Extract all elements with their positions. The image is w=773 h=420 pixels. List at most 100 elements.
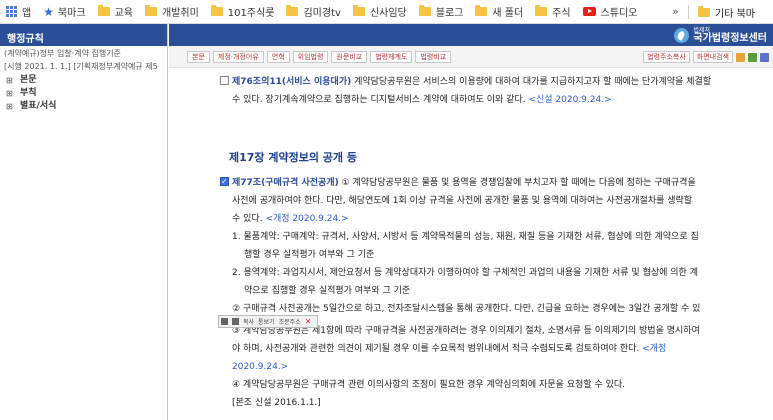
amendment-link[interactable]: <개정 <box>642 344 666 354</box>
tree-item-main[interactable]: ⊞ 본문 <box>6 74 167 87</box>
bookmark-folder[interactable]: 김미경tv <box>286 4 341 19</box>
bookmark-label: 개발취미 <box>161 8 199 19</box>
toolbar: 본문 제정·개정이유 연혁 위임법령 원문비교 법령체계도 법령비교 법령주소복… <box>169 46 773 68</box>
bookmark-label: 블로그 <box>435 8 464 19</box>
article-title[interactable]: 제77조(구매규격 사전공개) <box>232 178 339 188</box>
bookmark-folder[interactable]: 개발취미 <box>144 4 199 19</box>
paragraph-line: 야 하며, 사전공개와 관련한 의견이 제기될 경우 이를 수요목적 범위내에서… <box>220 340 760 358</box>
article-checkbox[interactable] <box>220 76 229 85</box>
bookmark-favorites[interactable]: ★ 북마크 <box>43 4 85 20</box>
article-77: 제77조(구매규격 사전공개) ① 계약담당공무원은 물품 및 용역을 경쟁입찰… <box>220 173 760 412</box>
article-line: 제77조(구매규격 사전공개) ① 계약담당공무원은 물품 및 용역을 경쟁입찰… <box>220 173 760 192</box>
bookmark-label: 앱 <box>22 8 32 19</box>
article-line: 수 있다. 장기계속계약으로 집행하는 디지털서비스 계약에 대하여도 이와 같… <box>220 91 760 109</box>
view-tabs: 본문 제정·개정이유 연혁 위임법령 원문비교 법령체계도 법령비교 <box>187 51 454 63</box>
print-icon[interactable] <box>748 52 757 62</box>
tree-label: 부칙 <box>20 88 37 98</box>
bookmark-folder[interactable]: 신사임당 <box>352 4 407 19</box>
bookmarks-overflow-button[interactable]: » <box>672 5 679 18</box>
expand-icon[interactable]: ⊞ <box>6 87 20 100</box>
tree-label: 별표/서식 <box>20 101 57 111</box>
item-text: 1. 물품계약: 구매계약: 규격서, 사양서, 시방서 등 계약목적물의 성능… <box>232 232 699 242</box>
article-text: 계약담당공무원은 서비스의 이용량에 대하여 대가를 지급하지고자 할 때에는 … <box>351 77 712 87</box>
sidebar-tree: ⊞ 본문 ⊞ 부칙 ⊞ 별표/서식 <box>0 72 167 113</box>
rule-name: (계약예규)정부 입찰·계약 집행기준 <box>4 49 121 58</box>
popup-article-address-button[interactable]: 조문주소 <box>279 317 301 326</box>
folder-icon <box>475 5 488 16</box>
bookmark-apps[interactable]: 앱 <box>6 4 31 19</box>
in-page-search-button[interactable]: 화면내검색 <box>692 51 733 63</box>
close-icon[interactable]: ✕ <box>305 317 312 326</box>
bookmarks-bar: 앱 ★ 북마크 교육 개발취미 101주식룻 김미경tv 신사임당 블로그 새 … <box>0 0 773 24</box>
article-line: 수 있다. <개정 2020.9.24.> <box>220 210 760 228</box>
amendment-link[interactable]: 2020.9.24.> <box>232 362 288 372</box>
item-text: 행할 경우 실적평가 여부와 그 기준 <box>244 250 375 260</box>
folder-icon <box>352 5 365 16</box>
tab-original-compare[interactable]: 원문비교 <box>331 51 368 63</box>
folder-icon <box>286 5 299 16</box>
site-logo[interactable]: 법제처 국가법령정보센터 <box>674 27 767 44</box>
item-text: 약으로 집행할 경우 실적평가 여부와 그 기준 <box>244 286 411 296</box>
bookmark-folder[interactable]: 101주식룻 <box>210 4 275 19</box>
context-popup: 복사 통보기 조문주소 ✕ <box>218 315 319 328</box>
tab-law-compare[interactable]: 법령비교 <box>415 51 452 63</box>
bookmark-folder[interactable]: 주식 <box>535 4 571 19</box>
logo-text: 법제처 국가법령정보센터 <box>693 27 767 44</box>
chapter-title: 제17장 계약정보의 공개 등 <box>229 151 357 164</box>
bookmark-label: 101주식룻 <box>227 8 275 19</box>
youtube-icon <box>582 7 596 16</box>
bookmark-folder[interactable]: 교육 <box>97 4 133 19</box>
header: 법제처 국가법령정보센터 <box>169 24 773 46</box>
copy-address-button[interactable]: 법령주소복사 <box>643 51 690 63</box>
amendment-link[interactable]: <개정 2020.9.24.> <box>265 214 348 224</box>
rule-enforcement: [시행 2021. 1. 1.] [기획재정부계약예규 제5 <box>4 62 158 71</box>
copy-icon[interactable] <box>232 318 239 325</box>
article-line: 제76조의11(서비스 이용대가) 계약담당공무원은 서비스의 이용량에 대하여… <box>220 73 760 91</box>
star-icon: ★ <box>43 4 54 19</box>
bookmark-label: 새 폴더 <box>492 8 524 19</box>
paragraph-text: 야 하며, 사전공개와 관련한 의견이 제기될 경우 이를 수요목적 범위내에서… <box>232 344 640 354</box>
print-icon[interactable] <box>221 318 228 325</box>
apps-grid-icon <box>6 6 17 17</box>
popup-copy-button[interactable]: 복사 <box>243 317 254 326</box>
bookmark-other[interactable]: 기타 북마 <box>698 0 755 23</box>
logo-big-text: 국가법령정보센터 <box>693 33 767 44</box>
folder-icon <box>535 5 548 16</box>
expand-icon[interactable]: ⊞ <box>6 74 20 87</box>
bookmark-label: 스튜디오 <box>600 8 638 19</box>
tab-revision-reason[interactable]: 제정·개정이유 <box>212 51 264 63</box>
folder-icon <box>97 5 110 16</box>
folder-icon <box>210 5 223 16</box>
bookmark-folder[interactable]: 블로그 <box>418 4 464 19</box>
tab-law-structure[interactable]: 법령체계도 <box>370 51 413 63</box>
tab-history[interactable]: 연혁 <box>266 51 290 63</box>
amendment-link[interactable]: <신설 2020.9.24.> <box>528 95 611 105</box>
tree-item-forms[interactable]: ⊞ 별표/서식 <box>6 100 167 113</box>
tab-main-text[interactable]: 본문 <box>187 51 210 63</box>
article-title[interactable]: 제76조의11(서비스 이용대가) <box>232 77 351 87</box>
toolbar-right: 법령주소복사 화면내검색 <box>640 51 769 63</box>
article-checkbox-checked[interactable] <box>220 173 229 191</box>
save-icon[interactable] <box>760 52 769 62</box>
article-text: 수 있다. <box>232 214 263 224</box>
bookmark-label: 기타 북마 <box>715 8 755 20</box>
law-content: 제76조의11(서비스 이용대가) 계약담당공무원은 서비스의 이용량에 대하여… <box>169 69 773 420</box>
popup-notify-button[interactable]: 통보기 <box>258 317 275 326</box>
sidebar-title: 행정규칙 <box>0 24 167 46</box>
logo-icon <box>674 27 690 43</box>
paragraph-text: ④ 계약담당공무원은 구매규격 관련 이의사항의 조정이 필요한 경우 계약심의… <box>232 380 626 390</box>
paragraph-line: 2020.9.24.> <box>220 358 760 376</box>
bookmark-label: 교육 <box>114 8 133 19</box>
bookmark-folder[interactable]: 새 폴더 <box>475 4 523 19</box>
tree-item-supplementary[interactable]: ⊞ 부칙 <box>6 87 167 100</box>
bookmark-youtube-studio[interactable]: 스튜디오 <box>582 4 638 19</box>
expand-icon[interactable]: ⊞ <box>6 100 20 113</box>
tab-delegated-laws[interactable]: 위임법령 <box>292 51 329 63</box>
article-text: 사전에 공개하여야 한다. 다만, 해당연도에 1회 이상 규격을 사전에 공개… <box>232 196 693 206</box>
article-text: 수 있다. 장기계속계약으로 집행하는 디지털서비스 계약에 대하여도 이와 같… <box>232 95 526 105</box>
folder-icon <box>144 5 157 16</box>
share-icon[interactable] <box>736 52 745 62</box>
tree-label: 본문 <box>20 75 37 85</box>
folder-icon <box>698 5 710 17</box>
bookmark-label: 신사임당 <box>369 8 407 19</box>
